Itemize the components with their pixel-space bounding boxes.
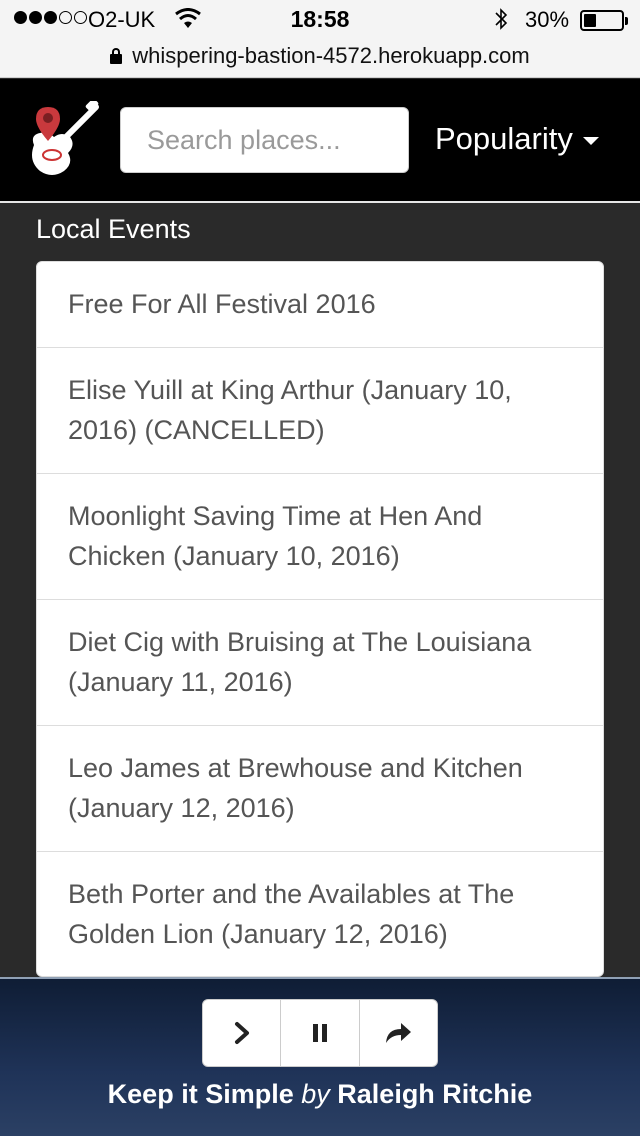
song-title: Keep it Simple — [107, 1079, 294, 1109]
share-arrow-icon — [386, 1023, 412, 1043]
event-item[interactable]: Moonlight Saving Time at Hen And Chicken… — [37, 474, 603, 600]
browser-chrome: O2-UK 18:58 30% whispering-bastion-4572.… — [0, 0, 640, 78]
battery-icon — [580, 10, 628, 31]
player-controls — [202, 999, 438, 1067]
event-item[interactable]: Free For All Festival 2016 — [37, 262, 603, 348]
url-text: whispering-bastion-4572.herokuapp.com — [132, 43, 530, 68]
battery-percentage: 30% — [525, 7, 570, 32]
event-item[interactable]: Diet Cig with Bruising at The Louisiana … — [37, 600, 603, 726]
sort-dropdown[interactable]: Popularity — [435, 121, 599, 157]
event-item[interactable]: Elise Yuill at King Arthur (January 10, … — [37, 348, 603, 474]
event-item[interactable]: Leo James at Brewhouse and Kitchen (Janu… — [37, 726, 603, 852]
section-title: Local Events — [36, 214, 191, 244]
search-input[interactable] — [120, 107, 409, 173]
events-list[interactable]: Free For All Festival 2016 Elise Yuill a… — [36, 261, 604, 977]
play-button[interactable] — [203, 1000, 282, 1066]
caret-down-icon — [582, 137, 599, 145]
music-player: Keep it Simple by Raleigh Ritchie — [0, 977, 640, 1136]
pause-icon — [312, 1024, 327, 1042]
sort-label: Popularity — [435, 121, 573, 156]
share-button[interactable] — [360, 1000, 437, 1066]
bluetooth-icon — [495, 8, 508, 30]
event-item[interactable]: Beth Porter and the Availables at The Go… — [37, 852, 603, 976]
pause-button[interactable] — [281, 1000, 360, 1066]
status-bar: O2-UK 18:58 30% — [0, 0, 640, 40]
lock-icon — [110, 48, 123, 64]
app-navbar: Popularity — [0, 79, 640, 203]
guitar-location-logo-icon[interactable] — [26, 101, 100, 177]
now-playing: Keep it Simple by Raleigh Ritchie — [0, 1079, 640, 1110]
play-chevron-icon — [234, 1022, 249, 1044]
artist-name: Raleigh Ritchie — [337, 1079, 533, 1109]
address-bar[interactable]: whispering-bastion-4572.herokuapp.com — [0, 40, 640, 76]
by-label: by — [301, 1079, 330, 1109]
